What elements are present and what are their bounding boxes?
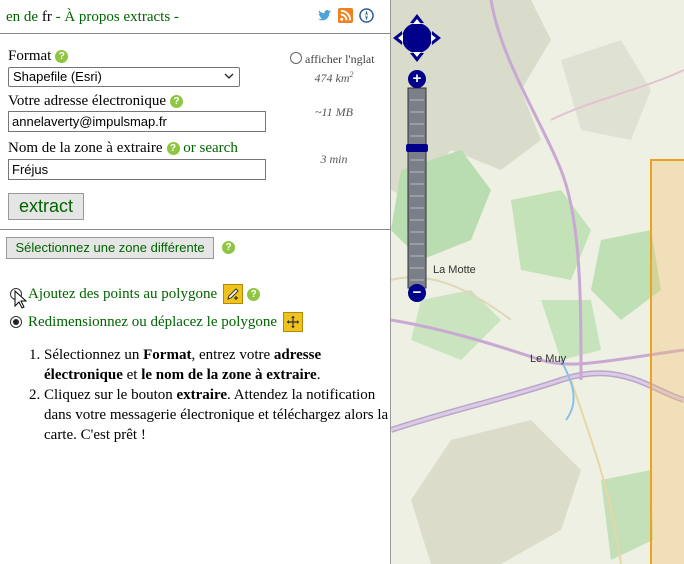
- resize-move-radio[interactable]: [10, 316, 22, 328]
- extracts-link[interactable]: extracts: [124, 9, 171, 25]
- map-view[interactable]: + − La Motte Le Muy: [391, 0, 684, 564]
- email-label: Votre adresse électronique?: [8, 93, 183, 110]
- help-icon[interactable]: ?: [222, 241, 235, 254]
- lang-fr-current: fr: [41, 9, 52, 25]
- select-different-zone-button[interactable]: Sélectionnez une zone différente: [6, 237, 214, 259]
- help-icon[interactable]: ?: [170, 95, 183, 108]
- format-select-value: Shapefile (Esri): [13, 69, 102, 84]
- about-link[interactable]: À propos: [64, 9, 119, 25]
- compass-icon[interactable]: [359, 8, 374, 23]
- nav-separator: -: [55, 9, 61, 25]
- twitter-icon[interactable]: [317, 8, 332, 23]
- english-toggle-radio[interactable]: [290, 52, 302, 64]
- help-icon[interactable]: ?: [55, 50, 69, 63]
- english-toggle-label: afficher l'nglat: [305, 52, 375, 66]
- lang-en-link[interactable]: en: [6, 9, 20, 25]
- map-label-le-muy: Le Muy: [530, 353, 567, 365]
- rss-feed-icon[interactable]: [338, 8, 353, 23]
- zoom-in-button[interactable]: +: [408, 70, 426, 88]
- zoom-slider-handle[interactable]: [406, 144, 428, 152]
- or-search-link[interactable]: or search: [183, 140, 238, 156]
- instruction-step-1: Sélectionnez un Format, entrez votre adr…: [44, 345, 389, 385]
- instruction-step-2: Cliquez sur le bouton extraire. Attendez…: [44, 385, 389, 445]
- resize-move-option[interactable]: Redimensionnez ou déplacez le polygone: [10, 312, 304, 332]
- map-canvas[interactable]: [391, 0, 684, 564]
- format-label: Format?: [8, 48, 69, 65]
- add-points-option[interactable]: Ajoutez des points au polygone ?: [10, 284, 261, 304]
- size-readout: ~11 MB: [315, 105, 353, 119]
- move-arrows-icon[interactable]: [283, 312, 304, 332]
- zone-name-field[interactable]: Fréjus: [8, 159, 266, 180]
- help-icon[interactable]: ?: [166, 142, 180, 155]
- top-icons: [317, 8, 374, 23]
- add-points-label: Ajoutez des points au polygone: [28, 285, 218, 302]
- pencil-icon[interactable]: [223, 284, 244, 304]
- lang-de-link[interactable]: de: [24, 9, 38, 25]
- email-field[interactable]: annelaverty@impulsmap.fr: [8, 111, 266, 132]
- english-toggle[interactable]: afficher l'nglat: [290, 52, 375, 67]
- time-readout: 3 min: [320, 152, 348, 166]
- section-divider: [0, 229, 390, 230]
- nav-trail: -: [173, 9, 179, 25]
- zoom-out-button[interactable]: −: [408, 284, 426, 302]
- zone-label: Nom de la zone à extraire? or search: [8, 140, 238, 156]
- resize-move-label: Redimensionnez ou déplacez le polygone: [28, 313, 278, 330]
- area-readout: 474 km2: [314, 70, 354, 85]
- extract-button[interactable]: extract: [8, 193, 84, 220]
- top-bar: en de fr - À propos extracts -: [0, 0, 390, 34]
- map-label-la-motte: La Motte: [433, 264, 476, 276]
- mouse-cursor-icon: [14, 290, 28, 309]
- format-select[interactable]: Shapefile (Esri): [8, 67, 240, 87]
- side-panel: en de fr - À propos extracts - Format? S…: [0, 0, 391, 564]
- language-nav: en de fr - À propos extracts -: [6, 9, 179, 26]
- instructions-list: Sélectionnez un Format, entrez votre adr…: [20, 345, 389, 445]
- help-icon[interactable]: ?: [247, 287, 261, 301]
- chevron-down-icon: [224, 73, 234, 79]
